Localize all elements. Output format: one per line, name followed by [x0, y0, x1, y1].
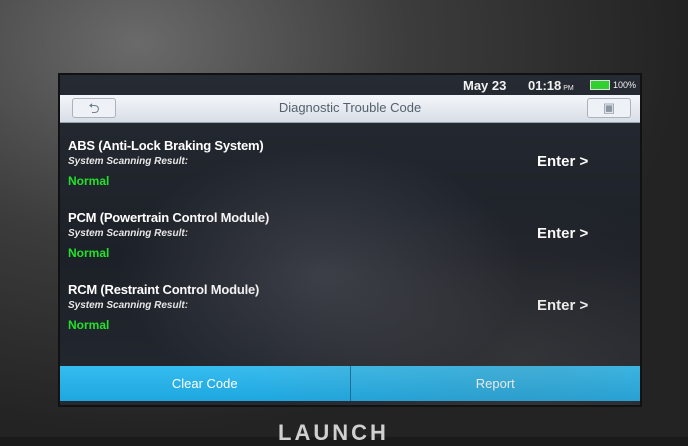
status-bar: May 23 01:18 PM 100%	[60, 75, 640, 95]
enter-button-rcm[interactable]: Enter >	[537, 297, 588, 314]
status-normal: Normal	[68, 246, 110, 260]
status-ampm: PM	[563, 85, 574, 92]
exit-button[interactable]: ▣	[587, 98, 631, 118]
module-row-pcm: PCM (Powertrain Control Module) System S…	[60, 210, 640, 282]
page-title: Diagnostic Trouble Code	[278, 100, 422, 115]
enter-button-abs[interactable]: Enter >	[537, 153, 588, 170]
status-date: May 23	[463, 78, 507, 93]
status-time: 01:18 PM	[528, 78, 574, 93]
brand-logo: LAUNCH	[278, 420, 389, 445]
status-normal: Normal	[68, 174, 110, 188]
battery-icon	[590, 80, 610, 90]
action-bar: Clear Code Report	[60, 366, 640, 401]
module-name: RCM (Restraint Control Module)	[68, 282, 260, 297]
status-time-value: 01:18	[528, 78, 562, 93]
battery-percentage: 100%	[613, 80, 637, 90]
scan-result-label: System Scanning Result:	[68, 156, 189, 167]
module-name: ABS (Anti-Lock Braking System)	[68, 138, 264, 153]
module-row-rcm: RCM (Restraint Control Module) System Sc…	[60, 282, 640, 354]
status-normal: Normal	[68, 318, 110, 332]
module-row-abs: ABS (Anti-Lock Braking System) System Sc…	[60, 138, 640, 210]
clear-code-button[interactable]: Clear Code	[60, 366, 350, 401]
report-button[interactable]: Report	[351, 366, 641, 401]
module-list: ABS (Anti-Lock Braking System) System Sc…	[60, 138, 640, 354]
device-screen: May 23 01:18 PM 100% ⮌ Diagnostic Trouble…	[60, 75, 640, 405]
module-name: PCM (Powertrain Control Module)	[68, 210, 270, 225]
enter-button-pcm[interactable]: Enter >	[537, 225, 588, 242]
scan-result-label: System Scanning Result:	[68, 300, 189, 311]
title-bar: ⮌ Diagnostic Trouble Code ▣	[60, 95, 640, 123]
exit-door-icon: ▣	[602, 100, 616, 115]
scan-result-label: System Scanning Result:	[68, 228, 189, 239]
